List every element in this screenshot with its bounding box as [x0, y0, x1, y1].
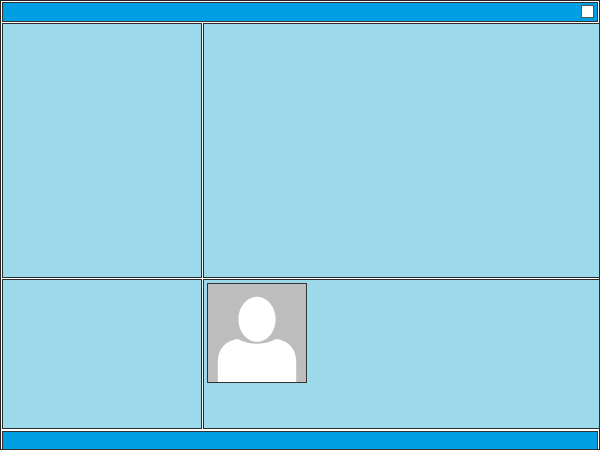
avatar: [207, 283, 307, 383]
panel-top-left: [2, 23, 202, 278]
status-bar: [2, 431, 598, 450]
app-window: [0, 0, 600, 450]
close-icon[interactable]: [581, 5, 594, 18]
avatar-head: [238, 296, 276, 342]
panel-top-right: [203, 23, 600, 278]
panel-bottom-right: [203, 279, 600, 429]
title-bar: [2, 2, 598, 22]
panel-bottom-left: [2, 279, 202, 429]
avatar-body: [217, 338, 297, 382]
user-silhouette-icon: [208, 284, 306, 382]
